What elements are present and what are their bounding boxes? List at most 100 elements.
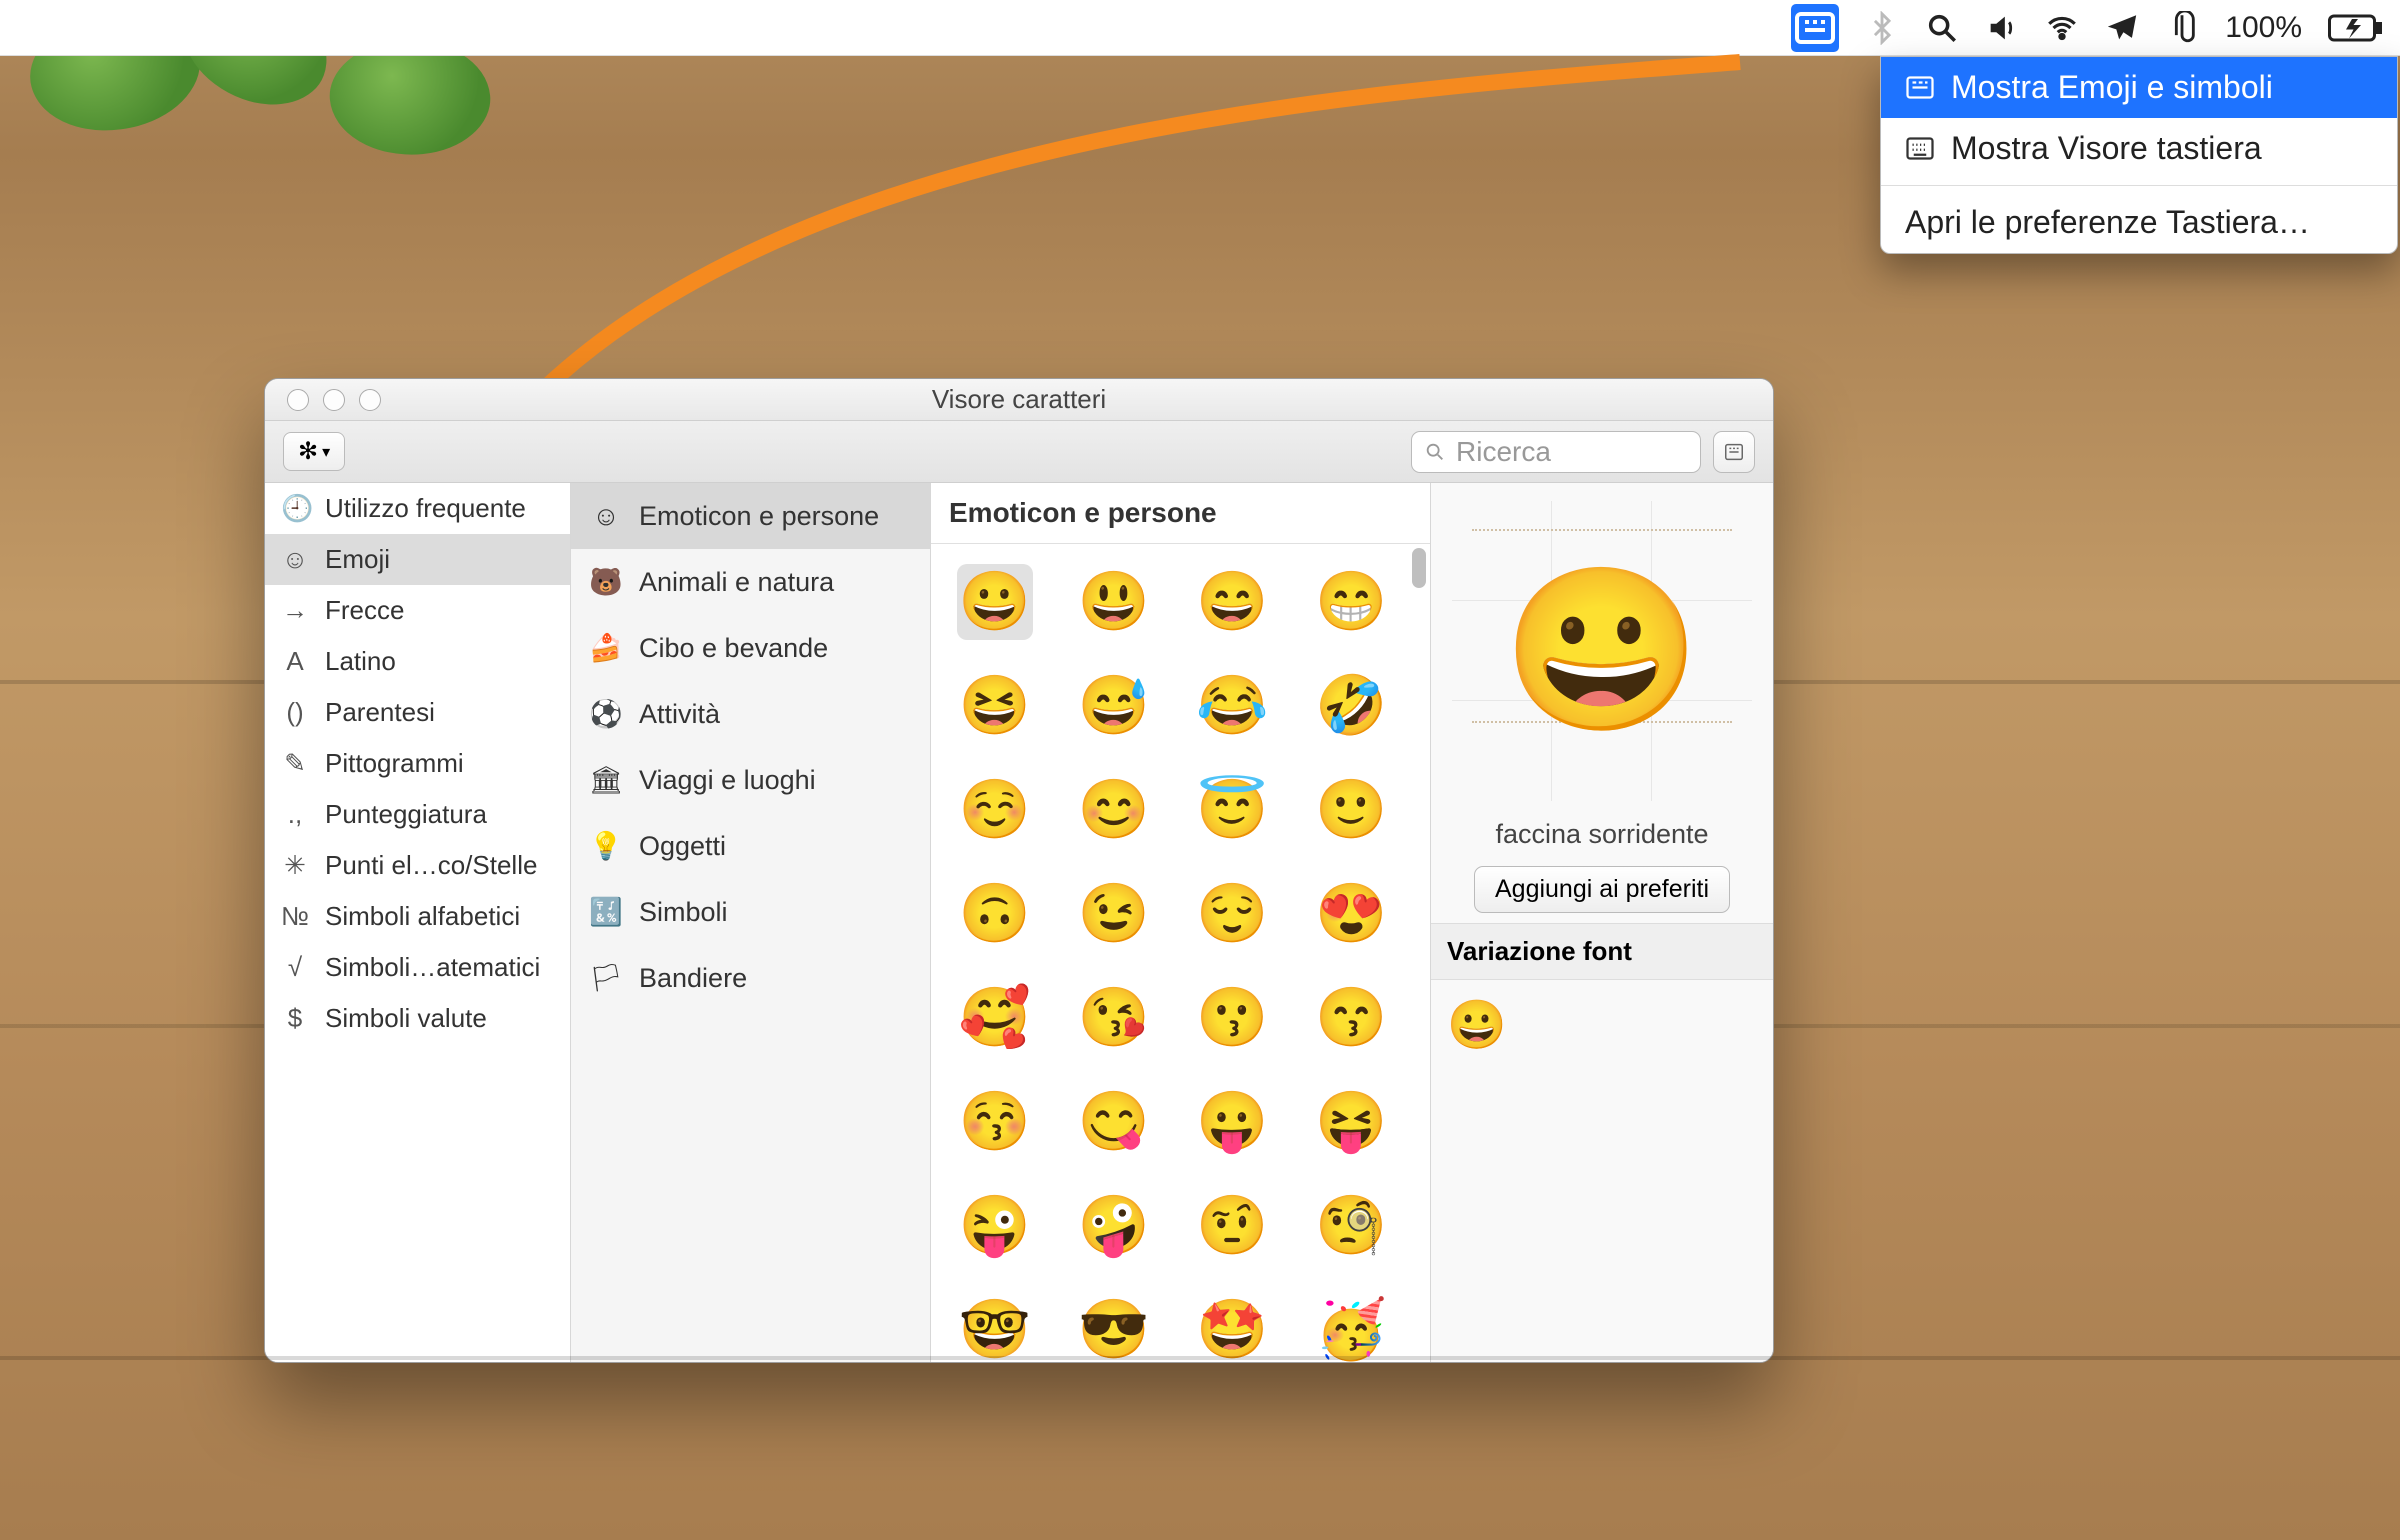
subcategory-bandiere[interactable]: 🏳Bandiere: [571, 945, 930, 1011]
chevron-down-icon: ▾: [322, 442, 330, 462]
gear-menu-button[interactable]: ✻ ▾: [283, 432, 345, 471]
emoji-cell[interactable]: 😂: [1195, 668, 1271, 744]
subcategory-attivit-[interactable]: ⚽ Attività: [571, 681, 930, 747]
subcategory-icon: 🏛: [589, 763, 623, 797]
emoji-cell[interactable]: 😌: [1195, 876, 1271, 952]
category-utilizzo-frequente[interactable]: 🕘Utilizzo frequente: [265, 483, 570, 534]
emoji-cell[interactable]: 🤪: [1076, 1188, 1152, 1264]
emoji-cell[interactable]: 😉: [1076, 876, 1152, 952]
category-latino[interactable]: ALatino: [265, 636, 570, 687]
category-simboli-valute[interactable]: $ Simboli valute: [265, 993, 570, 1044]
subcategory-icon: ☺: [589, 499, 623, 533]
subcategory-simboli[interactable]: 🔣Simboli: [571, 879, 930, 945]
category-icon: $: [281, 1003, 309, 1034]
category-punti-el-co-stelle[interactable]: ✳Punti el…co/Stelle: [265, 840, 570, 891]
toolbar: ✻ ▾ Ricerca: [265, 421, 1773, 483]
emoji-cell[interactable]: 😘: [1076, 980, 1152, 1056]
menu-item-label: Mostra Emoji e simboli: [1951, 69, 2273, 106]
telegram-icon[interactable]: [2105, 11, 2139, 45]
category-icon: (): [281, 697, 309, 728]
bluetooth-icon[interactable]: [1865, 11, 1899, 45]
category-label: Pittogrammi: [325, 748, 464, 779]
subcategory-emoticon-e-persone[interactable]: ☺Emoticon e persone: [571, 483, 930, 549]
emoji-cell[interactable]: 😋: [1076, 1084, 1152, 1160]
emoji-cell[interactable]: 😁: [1313, 564, 1389, 640]
emoji-cell[interactable]: 😍: [1313, 876, 1389, 952]
titlebar[interactable]: Visore caratteri: [265, 379, 1773, 421]
emoji-cell[interactable]: 😃: [1076, 564, 1152, 640]
menubar: 100%: [0, 0, 2400, 56]
character-viewer-window: Visore caratteri ✻ ▾ Ricerca 🕘Utilizzo f…: [264, 378, 1774, 1363]
emoji-cell[interactable]: 😚: [957, 1084, 1033, 1160]
category-simboli-atematici[interactable]: √ Simboli…atematici: [265, 942, 570, 993]
category-frecce[interactable]: → Frecce: [265, 585, 570, 636]
search-icon: [1424, 441, 1446, 463]
category-icon: →: [281, 595, 309, 626]
category-label: Emoji: [325, 544, 390, 575]
category-simboli-alfabetici[interactable]: №Simboli alfabetici: [265, 891, 570, 942]
emoji-cell[interactable]: 😅: [1076, 668, 1152, 744]
category-punteggiatura[interactable]: .,Punteggiatura: [265, 789, 570, 840]
emoji-cell[interactable]: 😎: [1076, 1292, 1152, 1362]
emoji-cell[interactable]: 🙂: [1313, 772, 1389, 848]
category-label: Punti el…co/Stelle: [325, 850, 537, 881]
character-name: faccina sorridente: [1431, 819, 1773, 850]
emoji-cell[interactable]: ☺️: [957, 772, 1033, 848]
category-icon: √: [281, 952, 309, 983]
emoji-cell[interactable]: 😄: [1195, 564, 1271, 640]
subcategory-viaggi-e-luoghi[interactable]: 🏛Viaggi e luoghi: [571, 747, 930, 813]
emoji-cell[interactable]: 😊: [1076, 772, 1152, 848]
category-parentesi[interactable]: ()Parentesi: [265, 687, 570, 738]
search-placeholder: Ricerca: [1456, 436, 1551, 468]
category-emoji[interactable]: ☺Emoji: [265, 534, 570, 585]
emoji-cell[interactable]: 🤣: [1313, 668, 1389, 744]
category-label: Simboli alfabetici: [325, 901, 520, 932]
attachment-icon[interactable]: [2165, 11, 2199, 45]
category-label: Frecce: [325, 595, 404, 626]
category-pittogrammi[interactable]: ✎Pittogrammi: [265, 738, 570, 789]
emoji-cell[interactable]: 😆: [957, 668, 1033, 744]
category-icon: .,: [281, 799, 309, 830]
subcategory-icon: 🐻: [589, 565, 623, 599]
volume-icon[interactable]: [1985, 11, 2019, 45]
subcategory-icon: 🏳: [589, 961, 623, 995]
emoji-cell[interactable]: 🥳: [1313, 1292, 1389, 1362]
wifi-icon[interactable]: [2045, 11, 2079, 45]
input-menu-icon[interactable]: [1791, 4, 1839, 52]
emoji-cell[interactable]: 😀: [957, 564, 1033, 640]
emoji-cell[interactable]: 😜: [957, 1188, 1033, 1264]
emoji-cell[interactable]: 😗: [1195, 980, 1271, 1056]
emoji-cell[interactable]: 😙: [1313, 980, 1389, 1056]
category-label: Simboli valute: [325, 1003, 487, 1034]
emoji-cell[interactable]: 😇: [1195, 772, 1271, 848]
menu-keyboard-preferences[interactable]: Apri le preferenze Tastiera…: [1881, 192, 2397, 253]
add-favorites-button[interactable]: Aggiungi ai preferiti: [1474, 866, 1730, 913]
preview-emoji: 😀: [1452, 501, 1752, 801]
spotlight-search-icon[interactable]: [1925, 11, 1959, 45]
search-input[interactable]: Ricerca: [1411, 431, 1701, 473]
emoji-cell[interactable]: 😝: [1313, 1084, 1389, 1160]
emoji-cell[interactable]: 😛: [1195, 1084, 1271, 1160]
emoji-cell[interactable]: 🧐: [1313, 1188, 1389, 1264]
emoji-cell[interactable]: 🥰: [957, 980, 1033, 1056]
font-variation-emoji[interactable]: 😀: [1447, 999, 1507, 1052]
subcategory-cibo-e-bevande[interactable]: 🍰Cibo e bevande: [571, 615, 930, 681]
collapse-button[interactable]: [1713, 431, 1755, 473]
subcategory-oggetti[interactable]: 💡Oggetti: [571, 813, 930, 879]
emoji-cell[interactable]: 🤓: [957, 1292, 1033, 1362]
emoji-cell[interactable]: 🙃: [957, 876, 1033, 952]
emoji-cell[interactable]: 🤩: [1195, 1292, 1271, 1362]
menu-show-emoji-symbols[interactable]: Mostra Emoji e simboli: [1881, 57, 2397, 118]
category-icon: 🕘: [281, 493, 309, 524]
category-label: Simboli…atematici: [325, 952, 540, 983]
menu-item-label: Mostra Visore tastiera: [1951, 130, 2262, 167]
subcategory-label: Attività: [639, 699, 720, 730]
subcategory-sidebar: ☺Emoticon e persone🐻Animali e natura🍰Cib…: [571, 483, 931, 1362]
battery-charging-icon[interactable]: [2328, 11, 2382, 45]
subcategory-icon: ⚽: [589, 697, 623, 731]
emoji-cell[interactable]: 🤨: [1195, 1188, 1271, 1264]
subcategory-animali-e-natura[interactable]: 🐻Animali e natura: [571, 549, 930, 615]
subcategory-icon: 🔣: [589, 895, 623, 929]
menu-show-keyboard-viewer[interactable]: Mostra Visore tastiera: [1881, 118, 2397, 179]
scrollbar-thumb[interactable]: [1412, 548, 1426, 588]
